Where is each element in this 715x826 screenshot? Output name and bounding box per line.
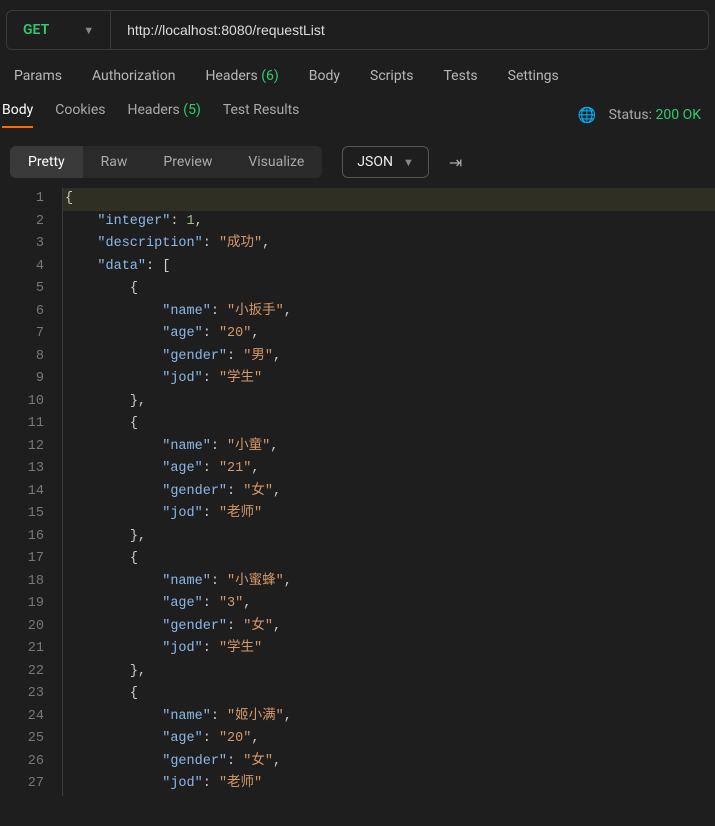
http-method-label: GET — [23, 22, 49, 38]
response-editor[interactable]: 1234567891011121314151617181920212223242… — [0, 188, 715, 796]
resp-tab-headers-label: Headers — [127, 102, 179, 118]
view-raw[interactable]: Raw — [83, 146, 146, 178]
tab-authorization[interactable]: Authorization — [92, 68, 175, 84]
tab-tests[interactable]: Tests — [444, 68, 478, 84]
tab-body[interactable]: Body — [309, 68, 340, 84]
tab-headers[interactable]: Headers (6) — [205, 68, 278, 84]
status-value: 200 OK — [656, 107, 702, 123]
format-select[interactable]: JSON ▼ — [342, 146, 429, 178]
view-pretty[interactable]: Pretty — [10, 146, 83, 178]
response-toolbar: Pretty Raw Preview Visualize JSON ▼ ⇥ — [0, 136, 715, 188]
tab-params[interactable]: Params — [14, 68, 62, 84]
status-label: Status: — [609, 107, 652, 123]
globe-icon[interactable]: 🌐 — [578, 106, 597, 124]
url-input[interactable] — [111, 11, 708, 49]
response-tabs: Body Cookies Headers (5) Test Results — [2, 102, 299, 128]
chevron-down-icon: ▼ — [403, 156, 414, 169]
resp-tab-cookies[interactable]: Cookies — [55, 102, 105, 128]
request-tabs: Params Authorization Headers (6) Body Sc… — [0, 68, 715, 102]
resp-tab-body[interactable]: Body — [2, 102, 33, 128]
view-preview[interactable]: Preview — [145, 146, 230, 178]
format-label: JSON — [357, 154, 393, 170]
code-area[interactable]: { "integer": 1, "description": "成功", "da… — [62, 188, 715, 796]
response-meta-row: Body Cookies Headers (5) Test Results 🌐 … — [0, 102, 715, 136]
line-gutter: 1234567891011121314151617181920212223242… — [0, 188, 62, 796]
tab-settings[interactable]: Settings — [508, 68, 559, 84]
view-visualize[interactable]: Visualize — [230, 146, 322, 178]
status-block: 🌐 Status: 200 OK — [578, 106, 701, 124]
tab-headers-label: Headers — [205, 68, 257, 84]
tab-scripts[interactable]: Scripts — [370, 68, 413, 84]
line-wrap-icon[interactable]: ⇥ — [449, 153, 460, 172]
resp-tab-test-results[interactable]: Test Results — [223, 102, 300, 128]
resp-tab-headers[interactable]: Headers (5) — [127, 102, 200, 128]
resp-tab-headers-count: (5) — [183, 102, 201, 118]
http-method-select[interactable]: GET ▼ — [7, 11, 111, 49]
chevron-down-icon: ▼ — [83, 24, 94, 37]
url-bar: GET ▼ — [6, 10, 709, 50]
view-mode-group: Pretty Raw Preview Visualize — [10, 146, 322, 178]
tab-headers-count: (6) — [261, 68, 279, 84]
